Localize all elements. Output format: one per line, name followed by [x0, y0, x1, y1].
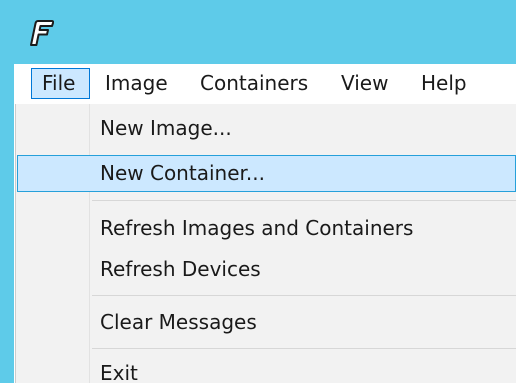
file-menu-dropdown: New Image... New Container... Refresh Im…: [15, 104, 516, 383]
menu-item-refresh-devices[interactable]: Refresh Devices: [17, 251, 516, 288]
title-bar[interactable]: [0, 0, 516, 64]
menu-item-label: Refresh Images and Containers: [100, 216, 414, 240]
menu-bar: File Image Containers View Help: [14, 64, 516, 104]
menu-item-exit[interactable]: Exit: [17, 355, 516, 383]
menu-help[interactable]: Help: [421, 68, 467, 99]
menu-view[interactable]: View: [341, 68, 388, 99]
menu-file[interactable]: File: [31, 68, 90, 99]
menu-image[interactable]: Image: [103, 68, 168, 99]
menu-separator: [92, 295, 516, 296]
menu-item-new-container[interactable]: New Container...: [17, 155, 516, 192]
menu-containers[interactable]: Containers: [200, 68, 308, 99]
application-window: File Image Containers View Help New Imag…: [0, 0, 516, 383]
menu-item-label: Clear Messages: [100, 310, 257, 334]
menu-separator: [92, 348, 516, 349]
app-logo-icon: [30, 20, 54, 46]
menu-item-label: New Image...: [100, 116, 232, 140]
menu-separator: [92, 200, 516, 201]
menu-item-label: Exit: [100, 361, 138, 383]
menu-item-label: New Container...: [100, 161, 265, 185]
window-frame-left: [0, 64, 14, 383]
menu-item-label: Refresh Devices: [100, 257, 261, 281]
menu-item-clear-messages[interactable]: Clear Messages: [17, 304, 516, 341]
menu-item-new-image[interactable]: New Image...: [17, 110, 516, 147]
menu-item-refresh-images-and-containers[interactable]: Refresh Images and Containers: [17, 210, 516, 247]
